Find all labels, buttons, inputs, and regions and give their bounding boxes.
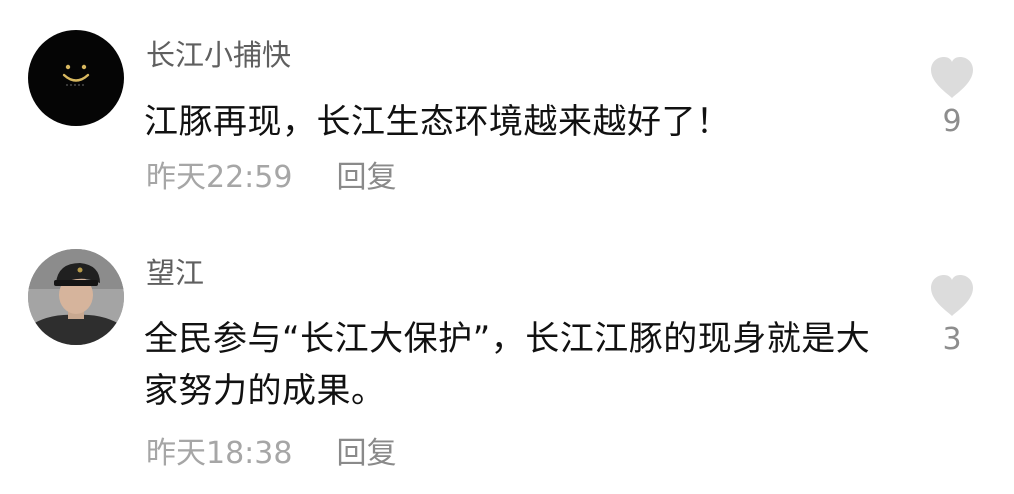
comment-meta: 昨天18:38 回复 <box>146 436 396 472</box>
heart-icon <box>931 57 973 98</box>
username[interactable]: 长江小捕快 <box>146 38 291 72</box>
reply-button[interactable]: 回复 <box>336 160 396 195</box>
comment-meta: 昨天22:59 回复 <box>146 160 396 196</box>
heart-icon <box>931 275 973 316</box>
comment-text: 全民参与“长江大保护”，长江江豚的现身就是大家努力的成果。 <box>144 319 871 411</box>
smiley-face-icon <box>62 64 90 86</box>
username[interactable]: 望江 <box>146 256 204 290</box>
person-photo-avatar <box>28 249 124 345</box>
like-count: 3 <box>942 322 962 357</box>
timestamp: 昨天22:59 <box>146 160 293 195</box>
timestamp: 昨天18:38 <box>146 436 293 471</box>
comment-text: 江豚再现，长江生态环境越来越好了！ <box>144 102 731 142</box>
comment-item: 长江小捕快 江豚再现，长江生态环境越来越好了！ 昨天22:59 回复 9 <box>0 0 1014 230</box>
avatar[interactable] <box>28 30 124 126</box>
like-button[interactable]: 9 <box>924 56 980 140</box>
like-count: 9 <box>942 104 962 139</box>
comment-item: 望江 全民参与“长江大保护”，长江江豚的现身就是大家努力的成果。 昨天18:38… <box>0 230 1014 494</box>
reply-button[interactable]: 回复 <box>336 436 396 471</box>
like-button[interactable]: 3 <box>924 274 980 358</box>
avatar[interactable] <box>28 249 124 345</box>
